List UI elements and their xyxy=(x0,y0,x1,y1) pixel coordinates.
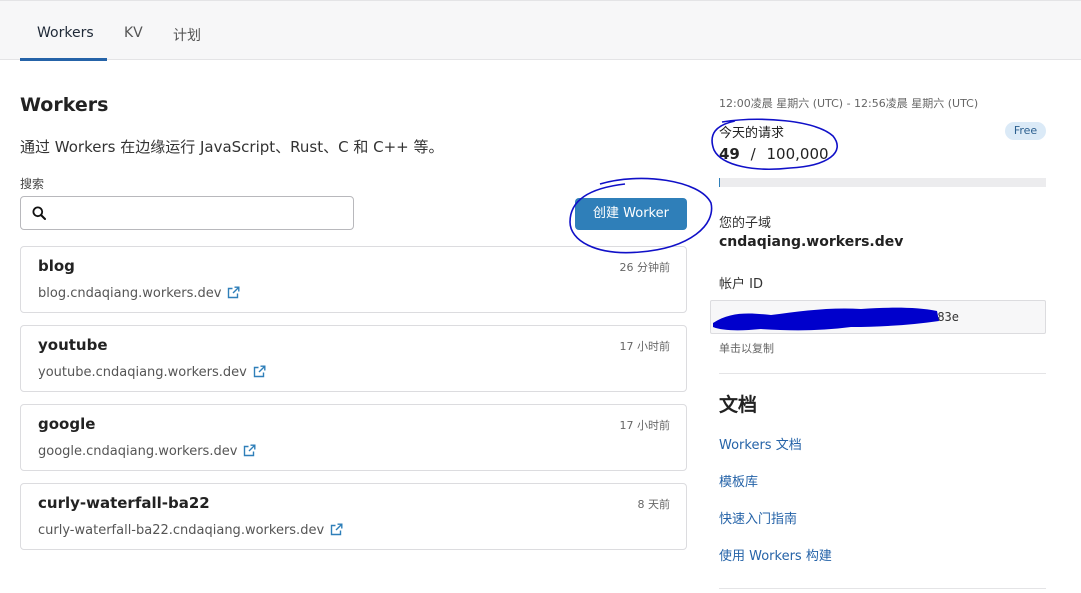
account-id-label: 帐户 ID xyxy=(719,277,763,292)
doc-link-workers-docs[interactable]: Workers 文档 xyxy=(719,434,802,453)
active-tab-indicator xyxy=(20,58,107,61)
copy-hint: 单击以复制 xyxy=(719,342,774,355)
search-field[interactable] xyxy=(20,196,354,230)
external-link-icon[interactable] xyxy=(330,523,343,536)
redaction-scribble xyxy=(713,307,939,331)
worker-updated-time: 8 天前 xyxy=(637,498,671,511)
requests-limit: 100,000 xyxy=(766,145,829,163)
plan-badge: Free xyxy=(1005,122,1046,140)
search-label: 搜索 xyxy=(20,177,45,191)
worker-card-curly-waterfall[interactable]: curly-waterfall-ba22 8 天前 curly-waterfal… xyxy=(20,483,687,550)
requests-separator: / xyxy=(750,145,756,163)
search-icon xyxy=(32,206,46,220)
doc-link-template-gallery[interactable]: 模板库 xyxy=(719,471,758,490)
subdomain-value: cndaqiang.workers.dev xyxy=(719,234,904,250)
usage-time-range: 12:00凌晨 星期六 (UTC) - 12:56凌晨 星期六 (UTC) xyxy=(719,97,979,110)
tab-plans[interactable]: 计划 xyxy=(173,25,201,45)
worker-name[interactable]: youtube xyxy=(38,336,108,354)
worker-url[interactable]: google.cndaqiang.workers.dev xyxy=(38,444,256,459)
worker-card-google[interactable]: google 17 小时前 google.cndaqiang.workers.d… xyxy=(20,404,687,471)
worker-url-text[interactable]: google.cndaqiang.workers.dev xyxy=(38,444,237,459)
worker-name[interactable]: curly-waterfall-ba22 xyxy=(38,494,210,512)
worker-url[interactable]: youtube.cndaqiang.workers.dev xyxy=(38,365,266,380)
worker-updated-time: 17 小时前 xyxy=(619,419,671,432)
page-title: Workers xyxy=(20,94,109,116)
external-link-icon[interactable] xyxy=(243,444,256,457)
worker-url-text[interactable]: youtube.cndaqiang.workers.dev xyxy=(38,365,247,380)
worker-updated-time: 17 小时前 xyxy=(619,340,671,353)
page-description: 通过 Workers 在边缘运行 JavaScript、Rust、C 和 C++… xyxy=(20,138,444,156)
worker-card-blog[interactable]: blog 26 分钟前 blog.cndaqiang.workers.dev xyxy=(20,246,687,313)
worker-url-text[interactable]: curly-waterfall-ba22.cndaqiang.workers.d… xyxy=(38,523,324,538)
worker-card-youtube[interactable]: youtube 17 小时前 youtube.cndaqiang.workers… xyxy=(20,325,687,392)
worker-url-text[interactable]: blog.cndaqiang.workers.dev xyxy=(38,286,221,301)
worker-url[interactable]: curly-waterfall-ba22.cndaqiang.workers.d… xyxy=(38,523,343,538)
worker-updated-time: 26 分钟前 xyxy=(619,261,671,274)
create-worker-button[interactable]: 创建 Worker xyxy=(575,198,687,230)
account-id-field[interactable]: 83e xyxy=(710,300,1046,334)
doc-link-build-with-workers[interactable]: 使用 Workers 构建 xyxy=(719,545,832,564)
sidebar-divider xyxy=(719,588,1046,589)
tab-workers[interactable]: Workers xyxy=(37,25,94,41)
worker-name[interactable]: google xyxy=(38,415,95,433)
sidebar-divider xyxy=(719,373,1046,374)
requests-today-label: 今天的请求 xyxy=(719,126,785,141)
requests-used: 49 xyxy=(719,145,740,163)
requests-count: 49 / 100,000 xyxy=(719,145,829,163)
tab-kv[interactable]: KV xyxy=(124,25,143,41)
worker-url[interactable]: blog.cndaqiang.workers.dev xyxy=(38,286,240,301)
external-link-icon[interactable] xyxy=(227,286,240,299)
subdomain-label: 您的子域 xyxy=(719,216,772,231)
worker-name[interactable]: blog xyxy=(38,257,75,275)
docs-section-title: 文档 xyxy=(719,394,758,416)
top-nav-bar: Workers KV 计划 xyxy=(0,0,1081,61)
external-link-icon[interactable] xyxy=(253,365,266,378)
requests-progress-bar xyxy=(719,178,1046,187)
doc-link-quickstart-guide[interactable]: 快速入门指南 xyxy=(719,508,797,527)
search-input[interactable] xyxy=(55,203,345,223)
